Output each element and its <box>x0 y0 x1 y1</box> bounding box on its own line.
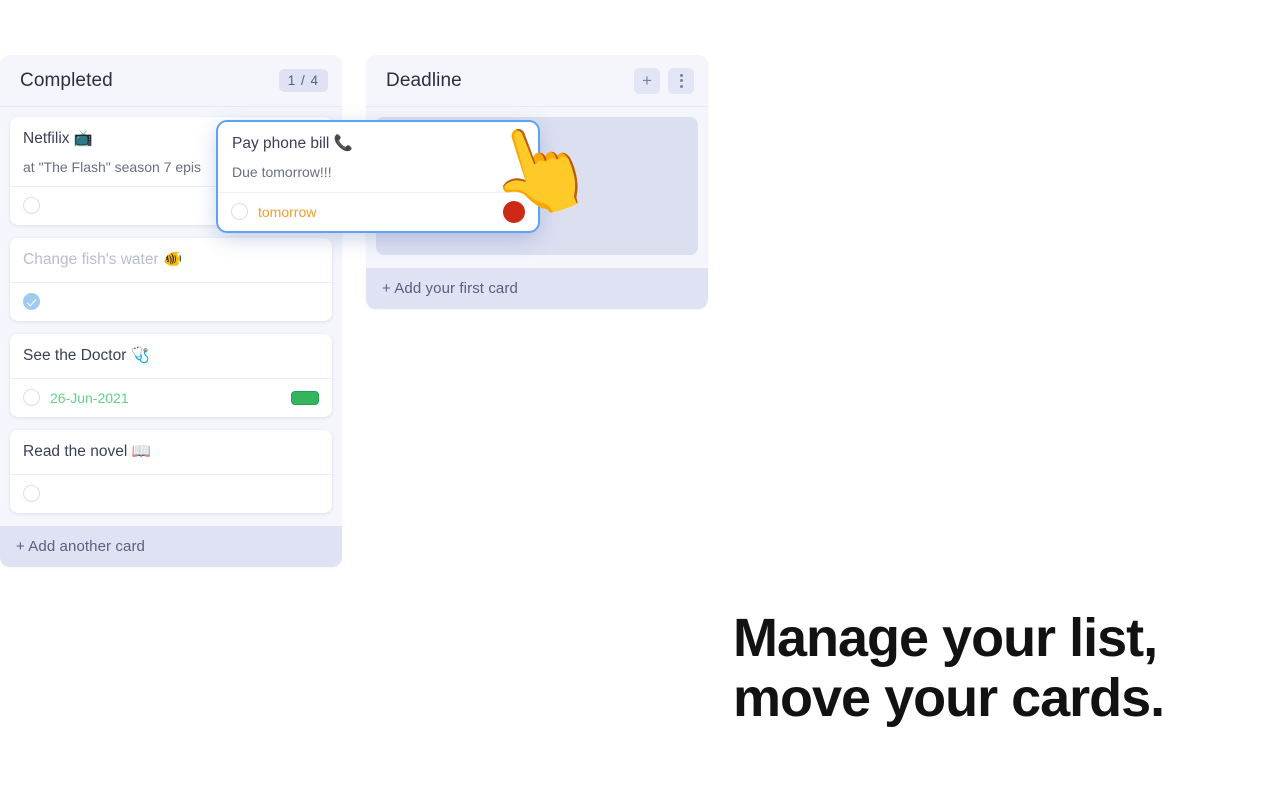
column-count-badge: 1 / 4 <box>278 69 328 92</box>
add-first-card-button[interactable]: + Add your first card <box>366 268 708 309</box>
card-label-green[interactable] <box>291 390 319 405</box>
column-header-deadline: Deadline + <box>366 55 708 107</box>
tagline-line-2: move your cards. <box>733 668 1165 729</box>
card-body: Read the novel 📖 <box>10 430 332 474</box>
plus-icon: + <box>642 71 652 90</box>
card-title: Read the novel 📖 <box>23 442 151 460</box>
more-vertical-icon <box>679 73 683 88</box>
app-stage: Completed 1 / 4 Netfilix 📺 at "The Flash… <box>0 0 1280 800</box>
card-due-date: 26-Jun-2021 <box>50 389 129 406</box>
card-due-date: tomorrow <box>258 203 317 220</box>
card-checkbox-checked[interactable] <box>23 293 40 311</box>
card-footer: tomorrow <box>218 191 538 231</box>
column-header-completed: Completed 1 / 4 <box>0 55 342 107</box>
card-footer <box>10 281 332 321</box>
card-footer <box>10 473 332 513</box>
card-body: Change fish's water 🐠 <box>10 238 332 282</box>
tagline-line-1: Manage your list, <box>733 608 1158 668</box>
card-footer: 26-Jun-2021 <box>10 377 332 417</box>
column-menu-button[interactable] <box>668 67 694 94</box>
card-checkbox[interactable] <box>23 197 40 215</box>
card-item[interactable]: Change fish's water 🐠 <box>10 237 332 321</box>
card-checkbox[interactable] <box>23 485 40 503</box>
add-another-card-button[interactable]: + Add another card <box>0 525 342 567</box>
card-item[interactable]: Read the novel 📖 <box>10 429 332 513</box>
add-card-icon-button[interactable]: + <box>634 67 660 94</box>
column-title: Completed <box>20 69 113 91</box>
card-checkbox[interactable] <box>231 203 248 221</box>
card-body: See the Doctor 🩺 <box>10 334 332 378</box>
card-description: Due tomorrow!!! <box>232 163 332 180</box>
card-checkbox[interactable] <box>23 389 40 407</box>
card-title: Change fish's water 🐠 <box>23 250 183 268</box>
card-title: See the Doctor 🩺 <box>23 346 150 364</box>
page-tagline: Manage your list, move your cards. <box>733 608 1233 729</box>
column-title: Deadline <box>386 69 462 91</box>
card-item[interactable]: See the Doctor 🩺 26-Jun-2021 <box>10 333 332 417</box>
